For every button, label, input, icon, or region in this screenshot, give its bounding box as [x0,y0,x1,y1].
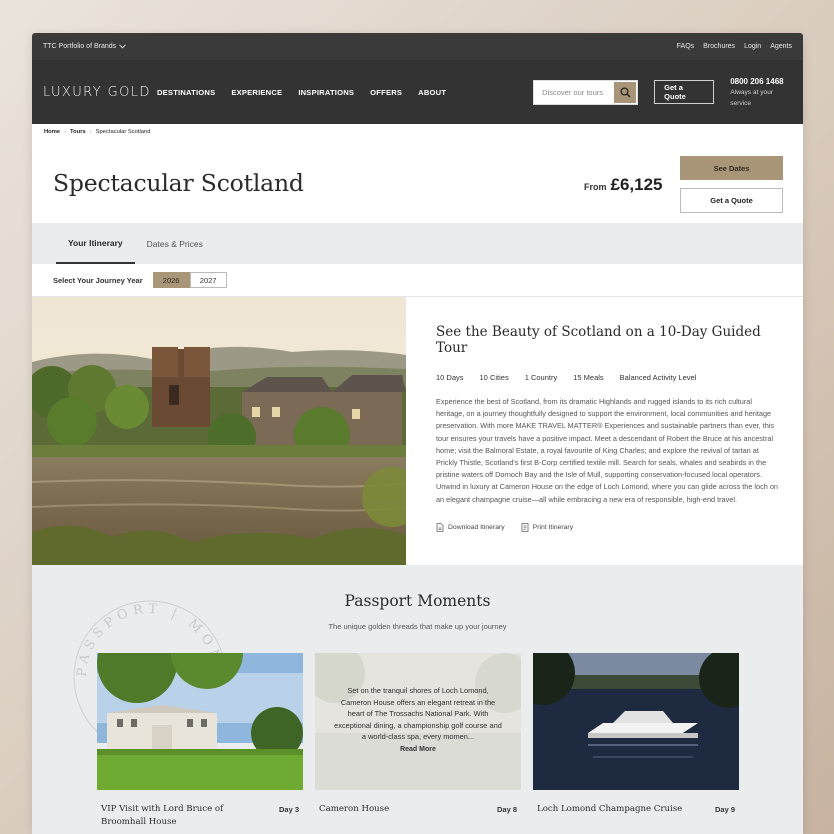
overview-heading: See the Beauty of Scotland on a 10-Day G… [436,324,761,356]
year-option-2026[interactable]: 2026 [152,272,190,288]
card-title: VIP Visit with Lord Bruce of Broomhall H… [101,804,224,827]
tour-facts: 10 Days 10 Cities 1 Country 15 Meals Bal… [436,373,781,382]
search-button[interactable] [614,81,637,103]
breadcrumb-home[interactable]: Home [44,129,60,135]
card-title: Cameron House [319,804,390,814]
phone-number[interactable]: 0800 206 1468 [730,76,792,87]
card-meta: Loch Lomond Champagne Cruise Day 9 [533,803,739,816]
year-selector: Select Your Journey Year 2026 2027 [32,264,803,297]
fact-days: 10 Days [436,373,464,382]
year-selector-label: Select Your Journey Year [53,275,143,285]
utility-bar: TTC Portfolio of Brands FAQs Brochures L… [32,33,803,60]
fact-meals: 15 Meals [573,373,604,382]
card-day: Day 9 [714,805,735,814]
scotland-landscape-image [32,297,406,574]
read-more-link[interactable]: Read More [315,746,521,753]
search-input[interactable] [542,87,615,97]
print-icon [521,522,529,532]
chevron-down-icon [119,44,126,49]
landscape-illustration [32,297,406,574]
nav-item-about[interactable]: ABOUT [418,88,446,97]
card-title: Loch Lomond Champagne Cruise [537,804,683,814]
search-icon [620,86,631,97]
passport-card[interactable]: Set on the tranquil shores of Loch Lomon… [315,653,521,816]
passport-card[interactable]: Loch Lomond Champagne Cruise Day 9 [533,653,739,816]
page-title: Spectacular Scotland [53,169,304,197]
main-navbar: LUXURY GOLD DESTINATIONS EXPERIENCE INSP… [32,60,803,124]
card-meta: Cameron House Day 8 [315,803,521,816]
tab-your-itinerary[interactable]: Your Itinerary [56,223,135,264]
brands-label: TTC Portfolio of Brands [43,43,117,50]
loch-lomond-cruise-image [533,653,739,790]
breadcrumb: Home › Tours › Spectacular Scotland [32,124,803,140]
tour-overview: See the Beauty of Scotland on a 10-Day G… [32,297,803,574]
get-quote-button[interactable]: Get a Quote [680,188,783,213]
fact-activity-level: Balanced Activity Level [619,373,697,382]
nav-item-destinations[interactable]: DESTINATIONS [157,88,215,97]
card-overlay-text: Set on the tranquil shores of Loch Lomon… [334,686,502,741]
brochures-link[interactable]: Brochures [703,43,735,50]
brands-dropdown[interactable]: TTC Portfolio of Brands [43,43,126,50]
passport-moments-section: PASSPORT | MOMENTS Passport Moments The … [32,565,803,834]
print-itinerary-link[interactable]: Print Itinerary [521,522,574,532]
contact-phone: 0800 206 1468 Always at your service [730,76,792,109]
phone-tagline: Always at your service [730,88,774,107]
tour-info: See the Beauty of Scotland on a 10-Day G… [436,324,781,532]
passport-card[interactable]: VIP Visit with Lord Bruce of Broomhall H… [97,653,303,829]
nav-item-offers[interactable]: OFFERS [370,88,402,97]
nav-item-experience[interactable]: EXPERIENCE [231,88,282,97]
download-itinerary-link[interactable]: Download Itinerary [436,522,505,532]
print-itinerary-label: Print Itinerary [532,523,574,531]
tour-price: From £6,125 [584,175,663,195]
see-dates-button[interactable]: See Dates [680,156,783,180]
breadcrumb-separator-icon: › [64,129,67,135]
card-meta: VIP Visit with Lord Bruce of Broomhall H… [97,803,303,829]
get-quote-nav-button[interactable]: Get a Quote [654,80,715,104]
breadcrumb-tours[interactable]: Tours [70,129,86,135]
download-itinerary-label: Download Itinerary [448,523,505,531]
tab-dates-prices[interactable]: Dates & Prices [135,223,215,264]
browser-page: TTC Portfolio of Brands FAQs Brochures L… [32,33,803,834]
utility-links: FAQs Brochures Login Agents [677,43,792,50]
main-nav: DESTINATIONS EXPERIENCE INSPIRATIONS OFF… [157,88,446,97]
overview-description: Experience the best of Scotland, from it… [436,397,778,504]
broomhall-house-image [97,653,303,790]
breadcrumb-current: Spectacular Scotland [95,129,151,135]
nav-item-inspirations[interactable]: INSPIRATIONS [298,88,354,97]
login-link[interactable]: Login [744,43,761,50]
year-option-2027[interactable]: 2027 [189,272,227,288]
card-day: Day 8 [496,805,517,814]
breadcrumb-separator-icon: › [89,129,92,135]
price-value: £6,125 [610,175,663,194]
itinerary-actions: Download Itinerary Print Itinerary [436,522,781,532]
document-icon [436,522,444,532]
tour-header: Spectacular Scotland From £6,125 See Dat… [32,140,803,223]
cameron-house-image: Set on the tranquil shores of Loch Lomon… [315,653,521,790]
faqs-link[interactable]: FAQs [677,43,695,50]
fact-cities: 10 Cities [479,373,509,382]
agents-link[interactable]: Agents [770,43,792,50]
card-day: Day 3 [278,805,299,814]
price-from-label: From [584,182,607,192]
search-box [533,79,639,105]
brand-logo[interactable]: LUXURY GOLD [43,85,157,100]
tour-tabs: Your Itinerary Dates & Prices [32,223,803,264]
fact-country: 1 Country [524,373,558,382]
